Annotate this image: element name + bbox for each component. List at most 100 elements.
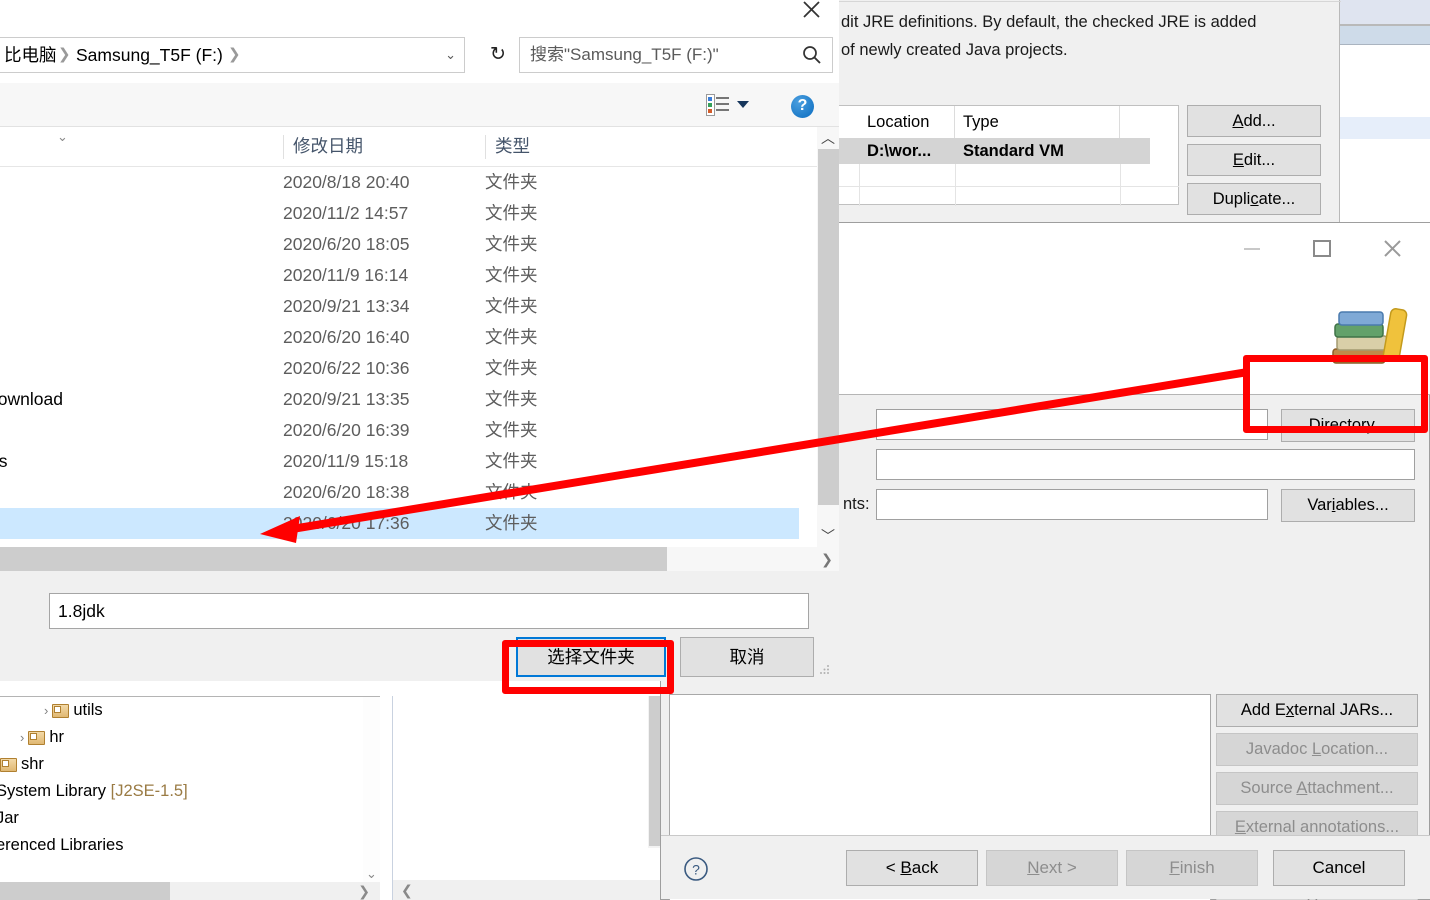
chevron-right-icon[interactable]: › — [44, 703, 48, 718]
editor-horizontal-scrollbar[interactable]: ❮ — [393, 880, 665, 900]
file-list-vertical-scrollbar[interactable]: ︿ ﹀ — [817, 127, 839, 547]
btn-part: Add E — [1240, 701, 1286, 719]
explorer-horizontal-scrollbar[interactable]: ❯ — [0, 882, 380, 900]
scrollbar-thumb[interactable] — [0, 882, 170, 900]
column-header-location[interactable]: Location — [859, 106, 955, 138]
table-row[interactable]: 2345Downloads 2020/11/9 15:18 文件夹 — [0, 446, 799, 477]
chevron-down-icon[interactable] — [737, 101, 749, 108]
file-date: 2020/6/20 16:39 — [283, 420, 410, 440]
scroll-right-icon[interactable]: ❯ — [815, 547, 839, 571]
breadcrumb-item-computer[interactable]: 比电脑 — [4, 38, 57, 72]
grid-line — [839, 186, 1179, 187]
file-type: 文件夹 — [485, 234, 538, 254]
btn-part: < — [885, 858, 901, 877]
chevron-right-icon[interactable]: › — [20, 730, 24, 745]
table-row[interactable]: BaiduNetdiskDownload 2020/9/21 13:35 文件夹 — [0, 384, 799, 415]
file-name: BaiduNetdiskDownload — [0, 389, 63, 409]
column-header-type[interactable]: 类型 — [485, 127, 605, 166]
close-icon[interactable] — [791, 0, 831, 25]
next-button[interactable]: Next > — [986, 850, 1118, 886]
table-row[interactable]: jar 2020/6/22 10:36 文件夹 — [0, 353, 799, 384]
btn-part: E — [1234, 818, 1246, 836]
file-type: 文件夹 — [485, 265, 538, 285]
search-icon[interactable] — [800, 43, 824, 67]
tree-item-system-library[interactable]: System Library [J2SE-1.5] — [0, 778, 188, 805]
maximize-icon[interactable] — [1307, 235, 1337, 261]
bg-row-6 — [1340, 117, 1430, 139]
file-list[interactable]: 名称 ⌄ 修改日期 类型 绩效补丁 2020/8/18 20:40 文件夹 反编… — [0, 127, 817, 547]
help-icon[interactable]: ? — [791, 95, 814, 118]
search-placeholder: 搜索"Samsung_T5F (F:)" — [530, 45, 719, 64]
search-input[interactable]: 搜索"Samsung_T5F (F:)" — [519, 37, 833, 73]
finish-button[interactable]: Finish — [1126, 850, 1258, 886]
file-list-horizontal-scrollbar[interactable]: ❮ ❯ — [0, 547, 839, 571]
package-explorer[interactable]: › utils › hr shr System Library [J2SE-1.5]… — [0, 696, 380, 900]
jre-table[interactable]: Location Type D:\wor... Standard VM — [839, 105, 1179, 206]
source-attachment-button[interactable]: Source Attachment... — [1216, 772, 1418, 805]
scroll-right-icon[interactable]: ❯ — [358, 882, 370, 900]
folder-name-value: 1.8jdk — [58, 601, 105, 621]
edit-button[interactable]: Edit... — [1187, 144, 1321, 176]
table-row[interactable]: 绩效补丁 2020/8/18 20:40 文件夹 — [0, 167, 799, 198]
table-row[interactable]: ybf 2020/6/20 18:05 文件夹 — [0, 229, 799, 260]
cancel-button[interactable]: Cancel — [1273, 850, 1405, 886]
cancel-button[interactable]: 取消 — [680, 637, 814, 677]
edit-button-label: E — [1232, 151, 1244, 169]
tree-item-jar[interactable]: Jar — [0, 805, 19, 832]
scrollbar-thumb[interactable] — [0, 547, 667, 571]
file-type: 文件夹 — [485, 420, 538, 440]
file-type: 文件夹 — [485, 172, 538, 192]
chevron-down-icon[interactable]: ⌄ — [445, 38, 456, 72]
javadoc-location-button[interactable]: Javadoc Location... — [1216, 733, 1418, 766]
table-row[interactable]: Axure8.0 2020/6/20 16:39 文件夹 — [0, 415, 799, 446]
help-icon[interactable]: ? — [683, 856, 709, 882]
directory-button-label: Direct — [1308, 416, 1352, 434]
jre-home-input[interactable] — [876, 409, 1268, 440]
add-button[interactable]: Add... — [1187, 105, 1321, 137]
view-options-icon[interactable] — [706, 94, 730, 116]
breadcrumb-item-drive[interactable]: Samsung_T5F (F:) — [76, 38, 223, 72]
directory-button[interactable]: Directory... — [1281, 409, 1415, 442]
address-bar[interactable]: 比电脑 ❯ Samsung_T5F (F:) ❯ ⌄ — [0, 37, 465, 73]
file-date: 2020/11/2 14:57 — [283, 203, 409, 223]
add-external-jars-button[interactable]: Add External JARs... — [1216, 694, 1418, 727]
table-row-selected[interactable]: 1.8jdk 2020/6/20 17:36 文件夹 — [0, 508, 799, 539]
folder-name-input[interactable]: 1.8jdk — [49, 593, 809, 629]
variables-button[interactable]: Variables... — [1281, 489, 1415, 522]
scroll-down-icon[interactable]: ﹀ — [817, 525, 839, 547]
jre-cell-type: Standard VM — [963, 142, 1064, 160]
table-row[interactable]: 反编译工具 2020/11/2 14:57 文件夹 — [0, 198, 799, 229]
explorer-vertical-scrollbar[interactable]: ⌄ — [363, 697, 380, 883]
jre-description-line1: dit JRE definitions. By default, the che… — [841, 13, 1257, 31]
scrollbar-thumb[interactable] — [818, 149, 839, 505]
duplicate-button[interactable]: Duplicate... — [1187, 183, 1321, 215]
tree-item-referenced-libraries[interactable]: erenced Libraries — [0, 832, 124, 859]
scroll-down-icon[interactable]: ⌄ — [365, 867, 378, 881]
table-row[interactable]: softWare 2020/9/21 13:34 文件夹 — [0, 291, 799, 322]
minimize-icon[interactable] — [1237, 235, 1267, 261]
table-row[interactable]: Kingdee 2020/6/20 16:40 文件夹 — [0, 322, 799, 353]
close-icon[interactable] — [1377, 235, 1407, 261]
table-row[interactable]: 85jar 2020/6/20 18:38 文件夹 — [0, 477, 799, 508]
grid-line — [955, 164, 956, 206]
default-vm-arguments-input[interactable] — [876, 489, 1268, 520]
resize-grip-icon[interactable] — [819, 662, 831, 674]
tree-item-hr[interactable]: › hr — [20, 724, 64, 751]
refresh-icon[interactable]: ↻ — [481, 37, 515, 73]
tree-item-utils[interactable]: › utils — [44, 697, 103, 724]
back-button[interactable]: < Back — [846, 850, 978, 886]
file-date: 2020/6/20 16:40 — [283, 327, 410, 347]
jre-name-input[interactable] — [876, 449, 1415, 480]
column-header-name[interactable]: 名称 — [0, 127, 283, 166]
tree-item-shr[interactable]: shr — [0, 751, 44, 778]
variables-button-label: Var — [1307, 496, 1332, 514]
eclipse-editor-pane[interactable]: ❮ — [392, 696, 665, 900]
divider — [839, 1, 1341, 2]
wizard-footer: ? < Back Next > Finish Cancel — [661, 835, 1430, 899]
table-row[interactable]: workSoftWare 2020/11/9 16:14 文件夹 — [0, 260, 799, 291]
select-folder-button[interactable]: 选择文件夹 — [516, 637, 666, 677]
column-header-type[interactable]: Type — [955, 106, 1120, 138]
scroll-up-icon[interactable]: ︿ — [817, 127, 839, 149]
scroll-left-icon[interactable]: ❮ — [401, 880, 413, 900]
column-header-date[interactable]: 修改日期 — [283, 127, 485, 166]
